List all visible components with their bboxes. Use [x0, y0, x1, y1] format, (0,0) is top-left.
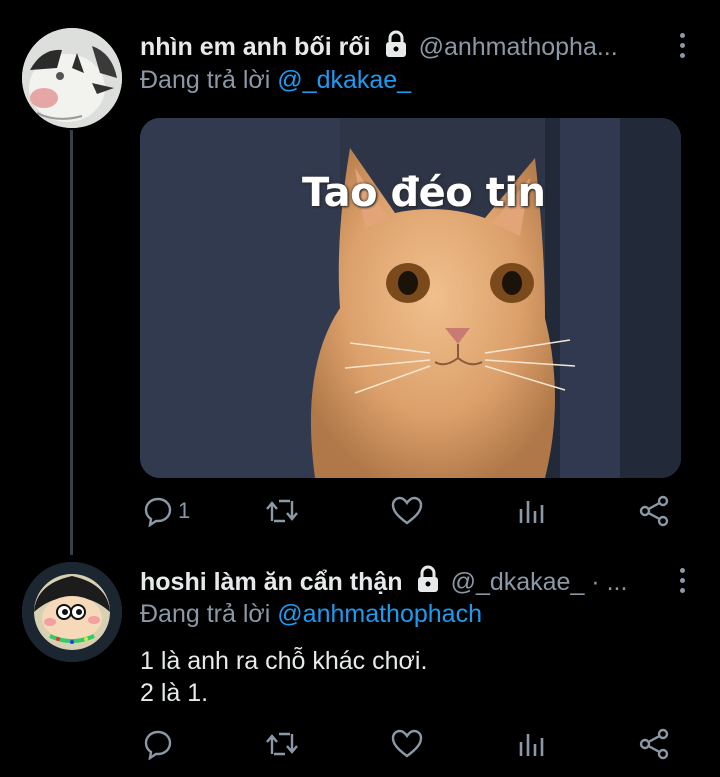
- replying-to-label: Đang trả lời: [140, 66, 278, 94]
- retweet-icon: [265, 728, 299, 760]
- retweet-button[interactable]: [265, 495, 299, 527]
- like-button[interactable]: [390, 728, 424, 760]
- replying-to-line: Đang trả lời @anhmathophach: [140, 600, 482, 629]
- analytics-button[interactable]: [516, 495, 546, 527]
- mention-link[interactable]: @_dkakae_: [277, 66, 411, 94]
- display-name[interactable]: nhìn em anh bối rối: [140, 33, 371, 62]
- reply-count: 1: [178, 498, 191, 523]
- thread-connector-line: [70, 130, 73, 555]
- analytics-icon: [516, 728, 546, 760]
- tweet-header: hoshi làm ăn cẩn thận @_dkakae_ · ...: [140, 565, 627, 600]
- user-handle[interactable]: @anhmathopha...: [419, 33, 618, 62]
- tweet-text-line: 2 là 1.: [140, 679, 209, 707]
- mention-link[interactable]: @anhmathophach: [277, 600, 482, 628]
- lock-icon: [415, 565, 441, 600]
- user-handle[interactable]: @_dkakae_ · ...: [451, 568, 628, 597]
- avatar[interactable]: [22, 562, 122, 662]
- retweet-button[interactable]: [265, 728, 299, 760]
- share-button[interactable]: [638, 728, 670, 760]
- analytics-icon: [516, 495, 546, 527]
- analytics-button[interactable]: [516, 728, 546, 760]
- reply-button[interactable]: [142, 728, 174, 760]
- lock-icon: [383, 30, 409, 65]
- tweet-text-line: 1 là anh ra chỗ khác chơi.: [140, 647, 428, 675]
- tweet-text: 1 là anh ra chỗ khác chơi. 2 là 1.: [140, 645, 427, 709]
- media-caption-text: Tao đéo tin: [302, 170, 546, 216]
- replying-to-line: Đang trả lời @_dkakae_: [140, 66, 411, 95]
- heart-icon: [390, 728, 424, 760]
- display-name[interactable]: hoshi làm ăn cẩn thận: [140, 568, 403, 597]
- like-button[interactable]: [390, 495, 424, 527]
- cartoon-avatar-image: [22, 562, 122, 662]
- tweet-media-image[interactable]: Tao đéo tin: [140, 118, 681, 478]
- retweet-icon: [265, 495, 299, 527]
- more-vertical-icon[interactable]: [678, 568, 686, 593]
- more-vertical-icon[interactable]: [678, 33, 686, 58]
- comment-icon: [142, 728, 174, 760]
- tweet-actions: [140, 728, 680, 762]
- reply-button[interactable]: 1: [142, 495, 190, 527]
- tiger-avatar-image: [22, 28, 122, 128]
- tweet-header: nhìn em anh bối rối @anhmathopha...: [140, 30, 618, 65]
- replying-to-label: Đang trả lời: [140, 600, 278, 628]
- share-icon: [638, 728, 670, 760]
- share-icon: [638, 495, 670, 527]
- avatar[interactable]: [22, 28, 122, 128]
- tweet-actions: 1: [140, 495, 680, 529]
- heart-icon: [390, 495, 424, 527]
- comment-icon: [142, 495, 174, 527]
- share-button[interactable]: [638, 495, 670, 527]
